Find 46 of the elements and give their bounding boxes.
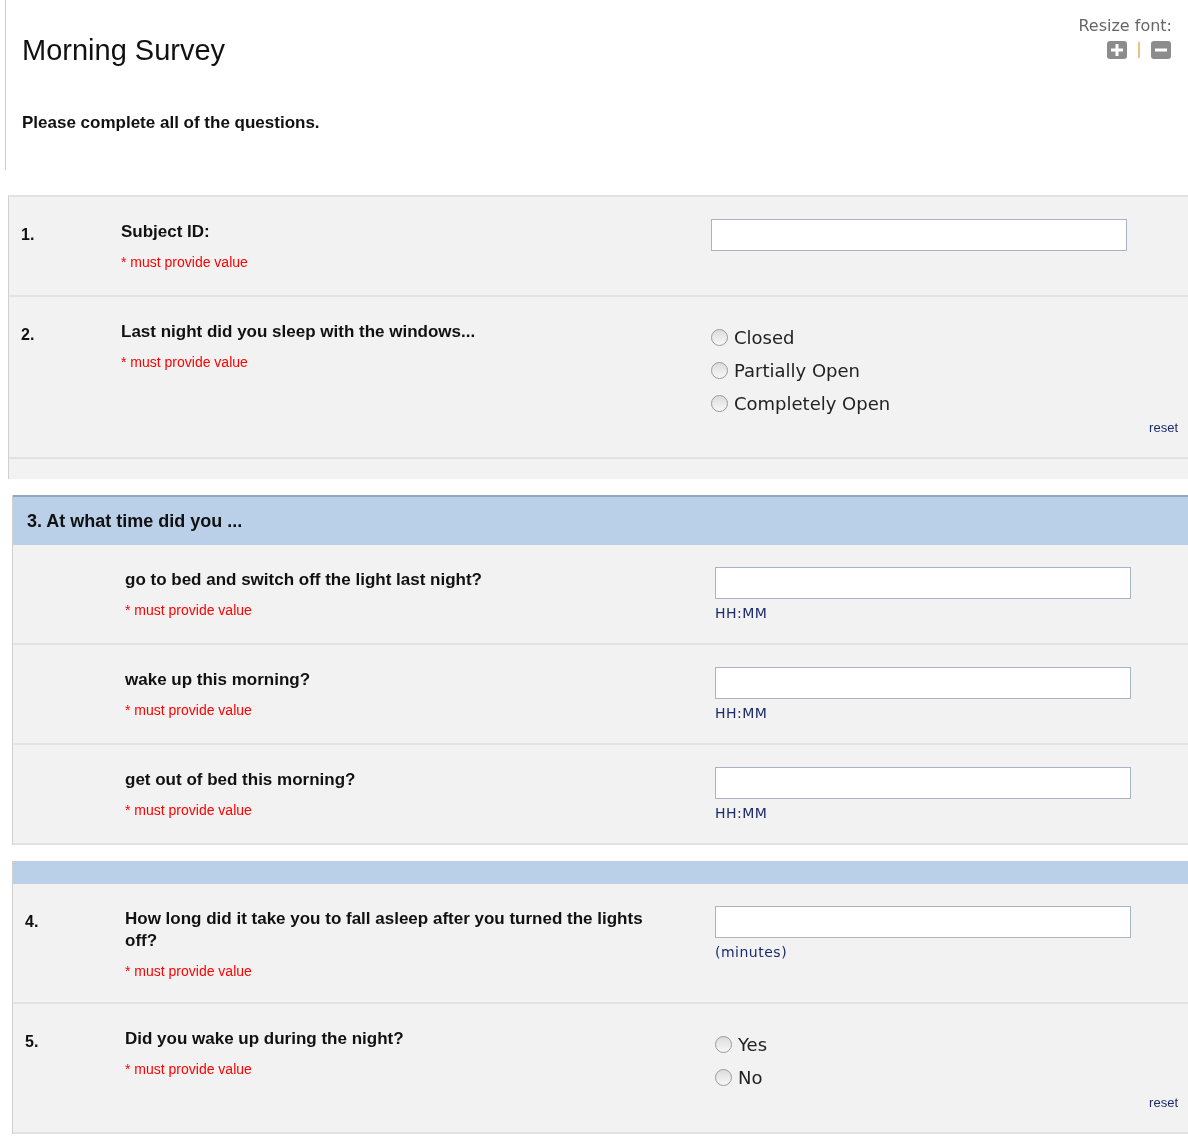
instructions: Please complete all of the questions. — [22, 112, 321, 134]
required-note: * must provide value — [121, 253, 249, 272]
required-note: * must provide value — [125, 1060, 253, 1079]
question-text: wake up this morning? — [125, 669, 312, 691]
question-text: Did you wake up during the night? — [125, 1028, 405, 1050]
question-number: 5. — [25, 1033, 39, 1050]
reset-link[interactable]: reset — [1149, 417, 1178, 437]
question-text: go to bed and switch off the light last night? — [125, 569, 483, 591]
reset-link[interactable]: reset — [1149, 1092, 1178, 1112]
radio-button[interactable] — [715, 1069, 732, 1086]
radio-button[interactable] — [715, 1036, 732, 1053]
question-text: get out of bed this morning? — [125, 769, 357, 791]
option-label: Closed — [734, 326, 795, 350]
decrease-font-icon[interactable] — [1150, 40, 1172, 60]
question-number: 1. — [21, 226, 35, 243]
question-number: 4. — [25, 913, 39, 930]
question-text: Subject ID: — [121, 221, 211, 243]
separator-icon — [1138, 42, 1140, 58]
required-note: * must provide value — [125, 601, 253, 620]
input-field[interactable] — [715, 567, 1131, 599]
option-label: Yes — [738, 1033, 768, 1057]
required-note: * must provide value — [125, 962, 253, 981]
input-field[interactable] — [715, 906, 1131, 938]
radio-button[interactable] — [711, 395, 728, 412]
required-note: * must provide value — [125, 701, 253, 720]
question-text: Last night did you sleep with the windows... — [121, 321, 477, 343]
question-number: 2. — [21, 326, 35, 343]
option-label: Completely Open — [734, 392, 891, 416]
format-hint: (minutes) — [715, 943, 789, 962]
option-label: No — [738, 1066, 763, 1090]
input-field[interactable] — [711, 219, 1127, 251]
option-label: Partially Open — [734, 359, 861, 383]
radio-button[interactable] — [711, 362, 728, 379]
required-note: * must provide value — [125, 801, 253, 820]
format-hint: HH:MM — [715, 604, 769, 623]
increase-font-icon[interactable] — [1106, 40, 1128, 60]
input-field[interactable] — [715, 767, 1131, 799]
section-heading: 3. At what time did you ... — [27, 509, 243, 533]
question-text: How long did it take you to fall asleep after you turned the lights off? — [125, 908, 644, 952]
required-note: * must provide value — [121, 353, 249, 372]
radio-button[interactable] — [711, 329, 728, 346]
resize-font-label: Resize font: — [1078, 15, 1172, 37]
input-field[interactable] — [715, 667, 1131, 699]
survey-title: Morning Survey — [22, 33, 226, 68]
format-hint: HH:MM — [715, 704, 769, 723]
format-hint: HH:MM — [715, 804, 769, 823]
